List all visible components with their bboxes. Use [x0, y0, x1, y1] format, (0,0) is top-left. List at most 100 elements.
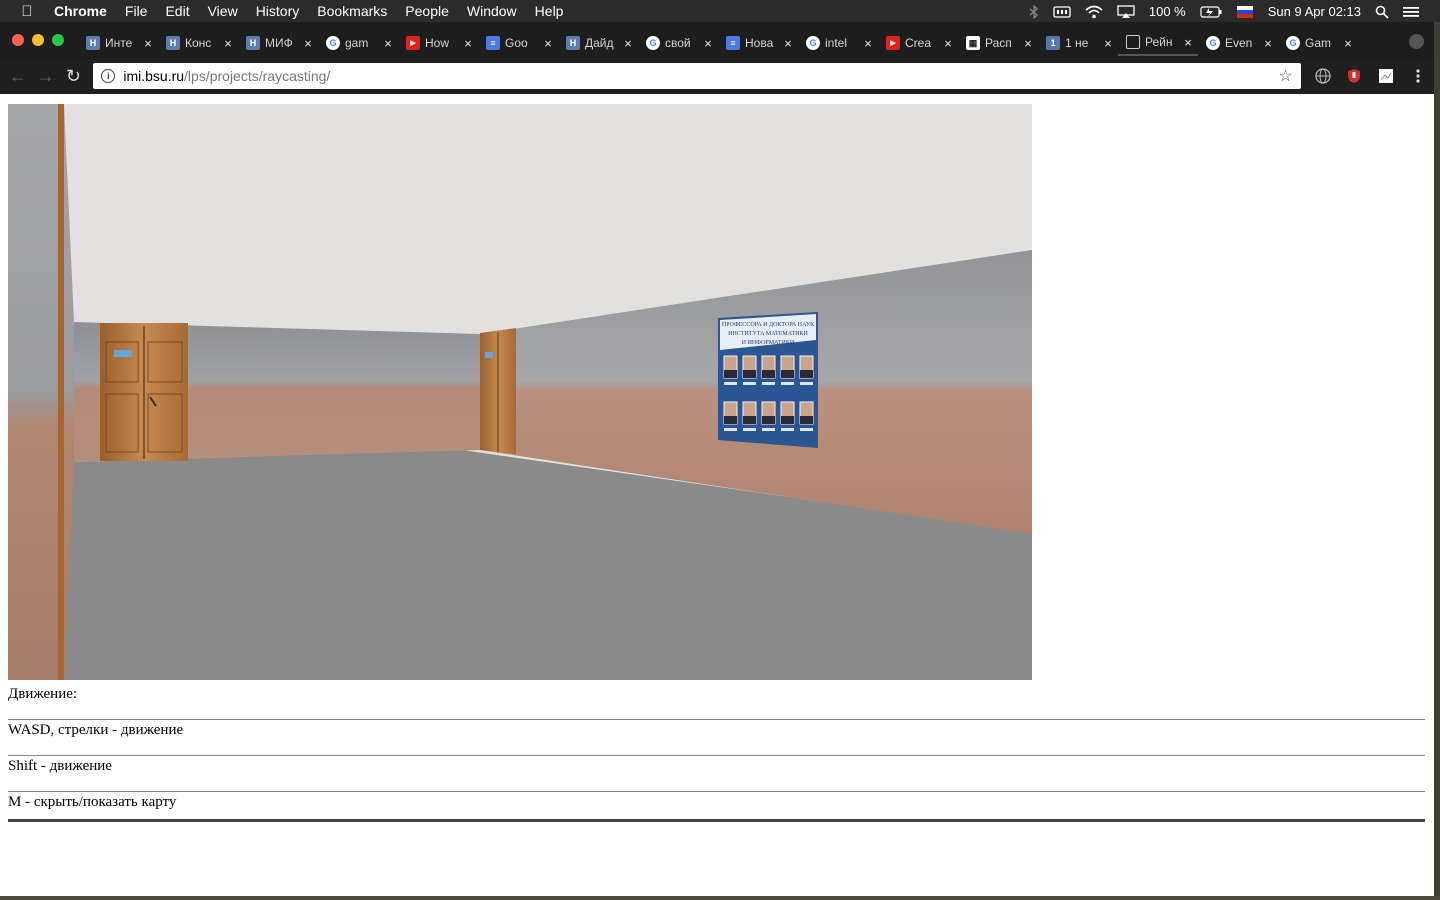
- poster-photo-suit: [724, 370, 737, 378]
- poster-title-line2: ИНСТИТУТА МАТЕМАТИКИ: [728, 331, 808, 337]
- forward-icon[interactable]: →: [34, 64, 58, 88]
- bluetooth-icon[interactable]: [1022, 3, 1046, 19]
- page-icon: [1126, 35, 1140, 49]
- zoom-window-button[interactable]: [52, 34, 64, 46]
- notification-center-icon[interactable]: [1396, 4, 1426, 19]
- poster-photo-suit: [724, 416, 737, 424]
- browser-tab[interactable]: Gintel ×: [798, 30, 878, 56]
- tab-title: Дайд: [585, 36, 614, 50]
- menu-file[interactable]: File: [116, 3, 157, 19]
- tab-close-icon[interactable]: ×: [462, 36, 474, 51]
- address-bar[interactable]: i imi.bsu.ru/lps/projects/raycasting/ ☆: [93, 63, 1301, 89]
- tab-close-icon[interactable]: ×: [1022, 36, 1034, 51]
- tab-title: Рейн: [1145, 35, 1173, 49]
- menu-help[interactable]: Help: [526, 3, 573, 19]
- tab-title: Goo: [505, 36, 528, 50]
- wifi-icon[interactable]: [1078, 3, 1110, 19]
- minimize-window-button[interactable]: [32, 34, 44, 46]
- menu-app-name[interactable]: Chrome: [54, 3, 116, 19]
- poster-caption: [724, 382, 737, 385]
- tab-title: свой: [665, 36, 691, 50]
- tab-close-icon[interactable]: ×: [302, 36, 314, 51]
- tab-close-icon[interactable]: ×: [622, 36, 634, 51]
- chrome-menu-icon[interactable]: [1408, 66, 1428, 86]
- url-host: imi.bsu.ru: [123, 68, 185, 84]
- back-icon[interactable]: ←: [6, 64, 30, 88]
- browser-tab[interactable]: Gсвой ×: [638, 30, 718, 56]
- menu-people[interactable]: People: [396, 3, 458, 19]
- poster-caption: [743, 428, 756, 431]
- close-window-button[interactable]: [12, 34, 24, 46]
- tab-close-icon[interactable]: ×: [942, 36, 954, 51]
- tab-close-icon[interactable]: ×: [1102, 36, 1114, 51]
- tab-title: МИФ: [265, 36, 293, 50]
- raycasting-canvas[interactable]: ПРОФЕССОРА И ДОКТОРА НАУК ИНСТИТУТА МАТЕ…: [8, 104, 1032, 680]
- shield-extension-icon[interactable]: [1345, 66, 1365, 86]
- globe-extension-icon[interactable]: [1313, 66, 1333, 86]
- spotlight-search-icon[interactable]: [1368, 3, 1396, 19]
- tab-close-icon[interactable]: ×: [1262, 36, 1274, 51]
- poster-caption: [762, 428, 775, 431]
- tab-close-icon[interactable]: ×: [1342, 36, 1354, 51]
- google-icon: G: [326, 36, 340, 50]
- tab-close-icon[interactable]: ×: [1182, 35, 1194, 50]
- memory-icon[interactable]: [1046, 4, 1078, 19]
- browser-tab[interactable]: ▶ Crea ×: [878, 30, 958, 56]
- browser-tab[interactable]: G Gam ×: [1278, 30, 1358, 56]
- favicon-icon: 1: [1046, 36, 1060, 50]
- profile-icon[interactable]: [1409, 34, 1424, 49]
- desktop-background-edge: [1434, 22, 1440, 900]
- google-icon: G: [806, 36, 820, 50]
- tab-title: gam: [345, 36, 369, 50]
- poster-photo-suit: [781, 416, 794, 424]
- schedule-icon: ▦: [966, 36, 980, 50]
- menu-window[interactable]: Window: [458, 3, 526, 19]
- tab-title: Расп: [985, 36, 1012, 50]
- favicon-icon: H: [566, 36, 580, 50]
- menu-view[interactable]: View: [199, 3, 247, 19]
- poster-photo-suit: [762, 370, 775, 378]
- browser-tab[interactable]: ▦ Расп ×: [958, 30, 1038, 56]
- browser-tab[interactable]: ≡ Goo ×: [478, 30, 558, 56]
- browser-tab[interactable]: H Конс ×: [158, 30, 238, 56]
- door-left: [100, 323, 188, 461]
- tab-title: Even: [1225, 36, 1253, 50]
- clock-datetime[interactable]: Sun 9 Apr 02:13: [1261, 4, 1368, 19]
- tab-title: 1 не: [1065, 36, 1089, 50]
- site-info-icon[interactable]: i: [101, 69, 116, 83]
- browser-tab[interactable]: Рейн ×: [1118, 30, 1198, 56]
- apple-icon[interactable]: : [0, 3, 54, 20]
- tab-close-icon[interactable]: ×: [382, 36, 394, 51]
- browser-tab[interactable]: 1 1 не ×: [1038, 30, 1118, 56]
- macos-menu-bar:  Chrome File Edit View History Bookmark…: [0, 0, 1440, 22]
- poster-photo-suit: [743, 370, 756, 378]
- browser-tab[interactable]: H МИФ ×: [238, 30, 318, 56]
- tab-close-icon[interactable]: ×: [862, 36, 874, 51]
- browser-tab[interactable]: G Even ×: [1198, 30, 1278, 56]
- reload-icon[interactable]: ↻: [62, 64, 86, 88]
- poster-caption: [781, 428, 794, 431]
- tab-close-icon[interactable]: ×: [782, 36, 794, 51]
- browser-tab[interactable]: ≡ Нова ×: [718, 30, 798, 56]
- tab-close-icon[interactable]: ×: [222, 36, 234, 51]
- tabs-container: H Инте × H Конс × H МИФ × Ggam × ▶ How × ≡ Goo × H Дайд × Gс…: [78, 28, 1358, 58]
- tab-close-icon[interactable]: ×: [702, 36, 714, 51]
- menu-bookmarks[interactable]: Bookmarks: [308, 3, 396, 19]
- tab-close-icon[interactable]: ×: [542, 36, 554, 51]
- menu-history[interactable]: History: [247, 3, 309, 19]
- tab-title: Нова: [745, 36, 774, 50]
- airplay-icon[interactable]: [1110, 3, 1142, 19]
- bookmark-star-icon[interactable]: ☆: [1278, 66, 1292, 86]
- browser-tab[interactable]: Ggam ×: [318, 30, 398, 56]
- left-door-edge: [58, 104, 64, 680]
- battery-icon[interactable]: [1193, 4, 1229, 19]
- input-source-flag-icon[interactable]: [1229, 3, 1261, 19]
- menu-edit[interactable]: Edit: [156, 3, 198, 19]
- browser-toolbar: ← → ↻ i imi.bsu.ru/lps/projects/raycasti…: [0, 58, 1434, 94]
- url-path: /lps/projects/raycasting/: [184, 68, 331, 84]
- tab-close-icon[interactable]: ×: [142, 36, 154, 51]
- browser-tab[interactable]: H Инте ×: [78, 30, 158, 56]
- image-extension-icon[interactable]: [1376, 66, 1396, 86]
- browser-tab[interactable]: ▶ How ×: [398, 30, 478, 56]
- browser-tab[interactable]: H Дайд ×: [558, 30, 638, 56]
